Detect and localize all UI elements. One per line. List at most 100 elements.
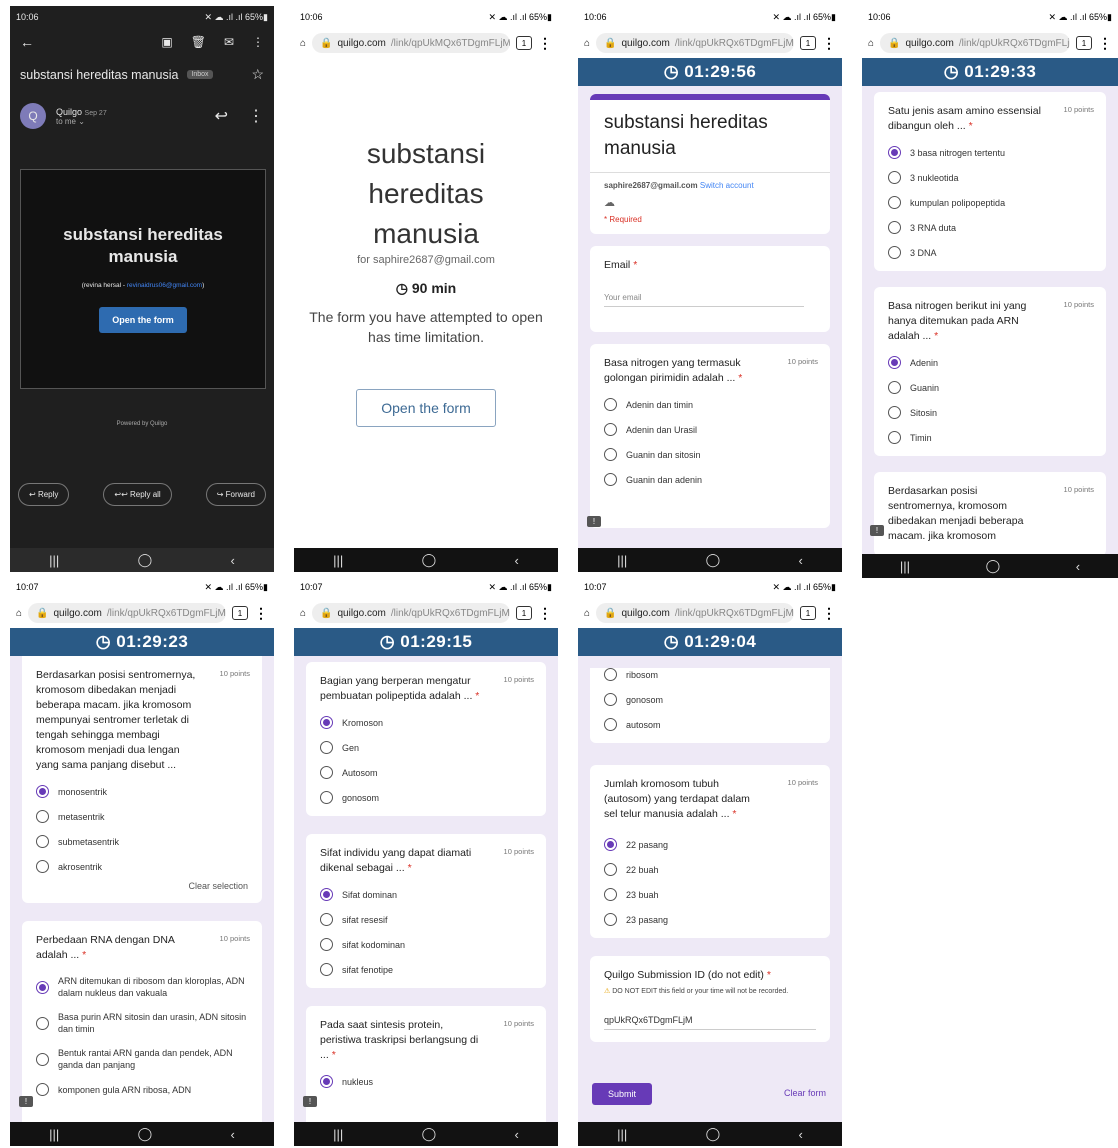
- option[interactable]: nukleus: [320, 1075, 532, 1088]
- more-icon[interactable]: ⋮: [538, 605, 552, 622]
- back-icon[interactable]: ‹: [230, 1127, 234, 1142]
- back-icon[interactable]: ‹: [514, 1127, 518, 1142]
- radio-button[interactable]: [604, 888, 617, 901]
- radio-button[interactable]: [36, 835, 49, 848]
- recents-icon[interactable]: |||: [333, 1127, 343, 1142]
- back-arrow-icon[interactable]: ←: [20, 34, 34, 50]
- option[interactable]: Sifat dominan: [320, 888, 532, 901]
- radio-button-selected[interactable]: [888, 356, 901, 369]
- email-input[interactable]: Your email: [604, 293, 804, 307]
- option[interactable]: Timin: [888, 431, 1092, 444]
- submit-button[interactable]: Submit: [592, 1083, 652, 1105]
- radio-button[interactable]: [604, 693, 617, 706]
- feedback-icon[interactable]: !: [870, 525, 884, 536]
- home-icon[interactable]: ◯: [138, 552, 153, 568]
- option[interactable]: autosom: [604, 718, 816, 731]
- recents-icon[interactable]: |||: [333, 553, 343, 568]
- recents-icon[interactable]: |||: [49, 553, 59, 568]
- recents-icon[interactable]: |||: [617, 553, 627, 568]
- more-icon[interactable]: ⋮: [538, 35, 552, 52]
- option[interactable]: Guanin dan adenin: [604, 473, 816, 486]
- option[interactable]: Adenin dan Urasil: [604, 423, 816, 436]
- back-icon[interactable]: ‹: [514, 553, 518, 568]
- radio-button[interactable]: [320, 766, 333, 779]
- home-icon[interactable]: ⌂: [300, 608, 306, 619]
- radio-button[interactable]: [604, 398, 617, 411]
- radio-button[interactable]: [604, 668, 617, 681]
- option[interactable]: sifat fenotipe: [320, 963, 532, 976]
- option[interactable]: Guanin dan sitosin: [604, 448, 816, 461]
- radio-button[interactable]: [320, 938, 333, 951]
- option[interactable]: metasentrik: [36, 810, 248, 823]
- radio-button[interactable]: [888, 246, 901, 259]
- clear-selection-button[interactable]: Clear selection: [36, 881, 248, 891]
- switch-account-link[interactable]: Switch account: [700, 181, 754, 190]
- radio-button[interactable]: [888, 431, 901, 444]
- home-icon[interactable]: ◯: [706, 552, 721, 568]
- radio-button[interactable]: [36, 1083, 49, 1096]
- recipient[interactable]: to me ⌄: [56, 117, 205, 126]
- tab-count-icon[interactable]: 1: [516, 36, 532, 50]
- option[interactable]: submetasentrik: [36, 835, 248, 848]
- url-field[interactable]: 🔒 quilgo.com/link/qpUkRQx6TDgmFLjM: [880, 33, 1070, 53]
- home-icon[interactable]: ◯: [422, 1126, 437, 1142]
- tab-count-icon[interactable]: 1: [232, 606, 248, 620]
- option[interactable]: komponen gula ARN ribosa, ADN: [36, 1083, 248, 1096]
- option[interactable]: monosentrik: [36, 785, 248, 798]
- radio-button-selected[interactable]: [888, 146, 901, 159]
- url-field[interactable]: 🔒 quilgo.com/link/qpUkRQx6TDgmFLjM: [596, 603, 794, 623]
- option[interactable]: Guanin: [888, 381, 1092, 394]
- option[interactable]: ribosom: [604, 668, 816, 681]
- option[interactable]: Adenin dan timin: [604, 398, 816, 411]
- home-icon[interactable]: ◯: [706, 1126, 721, 1142]
- radio-button-selected[interactable]: [604, 838, 617, 851]
- option[interactable]: Basa purin ARN sitosin dan urasin, ADN s…: [36, 1011, 248, 1035]
- option[interactable]: Autosom: [320, 766, 532, 779]
- option[interactable]: Bentuk rantai ARN ganda dan pendek, ADN …: [36, 1047, 248, 1071]
- url-field[interactable]: 🔒 quilgo.com/link/qpUkMQx6TDgmFLjM: [312, 33, 510, 53]
- radio-button-selected[interactable]: [320, 716, 333, 729]
- more-icon[interactable]: ⋮: [254, 605, 268, 622]
- option[interactable]: 22 pasang: [604, 838, 816, 851]
- radio-button[interactable]: [888, 196, 901, 209]
- more-icon[interactable]: ⋮: [1098, 35, 1112, 52]
- radio-button[interactable]: [36, 1052, 49, 1066]
- option[interactable]: 23 pasang: [604, 913, 816, 926]
- radio-button[interactable]: [604, 473, 617, 486]
- more-icon[interactable]: ⋮: [822, 35, 836, 52]
- option[interactable]: sifat resesif: [320, 913, 532, 926]
- option[interactable]: Sitosin: [888, 406, 1092, 419]
- home-icon[interactable]: ⌂: [868, 38, 874, 49]
- tab-count-icon[interactable]: 1: [800, 606, 816, 620]
- back-icon[interactable]: ‹: [798, 1127, 802, 1142]
- radio-button[interactable]: [320, 963, 333, 976]
- option[interactable]: Kromoson: [320, 716, 532, 729]
- option[interactable]: 3 nukleotida: [888, 171, 1092, 184]
- option[interactable]: Gen: [320, 741, 532, 754]
- home-icon[interactable]: ◯: [138, 1126, 153, 1142]
- radio-button[interactable]: [604, 718, 617, 731]
- option[interactable]: sifat kodominan: [320, 938, 532, 951]
- home-icon[interactable]: ⌂: [300, 38, 306, 49]
- radio-button-selected[interactable]: [320, 1075, 333, 1088]
- back-icon[interactable]: ‹: [1076, 559, 1080, 574]
- archive-icon[interactable]: ▣: [161, 35, 172, 49]
- delete-icon[interactable]: 🗑: [191, 35, 206, 49]
- home-icon[interactable]: ⌂: [16, 608, 22, 619]
- star-icon[interactable]: ☆: [251, 66, 264, 83]
- feedback-icon[interactable]: !: [303, 1096, 317, 1107]
- reply-all-button[interactable]: ↩↩ Reply all: [103, 483, 172, 506]
- option[interactable]: Adenin: [888, 356, 1092, 369]
- radio-button[interactable]: [36, 860, 49, 873]
- more-icon[interactable]: ⋮: [248, 106, 264, 126]
- radio-button[interactable]: [604, 863, 617, 876]
- option[interactable]: gonosom: [604, 693, 816, 706]
- radio-button[interactable]: [888, 381, 901, 394]
- home-icon[interactable]: ◯: [986, 558, 1001, 574]
- reply-button[interactable]: ↩ Reply: [18, 483, 70, 506]
- tab-count-icon[interactable]: 1: [800, 36, 816, 50]
- option[interactable]: ARN ditemukan di ribosom dan kloroplas, …: [36, 975, 248, 999]
- radio-button[interactable]: [36, 810, 49, 823]
- option[interactable]: akrosentrik: [36, 860, 248, 873]
- radio-button-selected[interactable]: [36, 785, 49, 798]
